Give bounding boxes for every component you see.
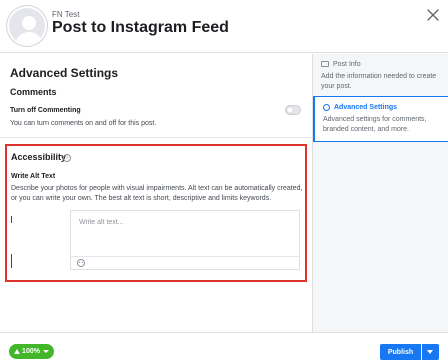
page-title: Post to Instagram Feed [52,19,229,36]
turn-off-commenting-label: Turn off Commenting [10,107,81,114]
step-description: Add the information needed to create you… [321,73,437,90]
emoji-icon[interactable] [77,259,85,267]
dialog-footer: 100% Publish [0,332,448,363]
info-icon[interactable]: i [63,154,71,162]
close-icon[interactable] [426,8,440,22]
step-advanced-settings[interactable]: Advanced Settings Advanced settings for … [313,96,448,142]
accessibility-heading: Accessibility [11,152,67,162]
step-title: Advanced Settings [334,103,398,111]
step-post-info[interactable]: Post Info Add the information needed to … [313,54,448,94]
photo-thumbnail [11,210,70,270]
alt-text-placeholder: Write alt text... [79,219,124,226]
accessibility-section: Accessibility i Write Alt Text Describe … [5,144,307,282]
avatar [7,6,47,46]
step-description: Advanced settings for comments, branded … [323,116,427,133]
post-info-icon [321,61,329,67]
divider [0,137,312,138]
chevron-down-icon [427,350,433,354]
arrow-up-icon [14,349,21,354]
steps-sidebar: Post Info Add the information needed to … [312,54,448,332]
publish-button[interactable]: Publish [380,344,421,360]
commenting-toggle[interactable] [285,105,301,115]
settings-panel: Advanced Settings Comments Turn off Comm… [0,54,312,332]
dialog-header: FN Test Post to Instagram Feed [0,0,448,53]
alt-text-description: Describe your photos for people with vis… [11,185,303,202]
zoom-label: 100% [22,348,40,355]
comments-heading: Comments [10,87,57,97]
alt-text-label: Write Alt Text [11,173,56,180]
gear-icon [323,103,330,111]
account-name: FN Test [52,10,80,19]
zoom-button[interactable]: 100% [9,344,54,359]
alt-text-input[interactable]: Write alt text... [70,210,300,270]
section-title: Advanced Settings [10,66,119,80]
publish-options-button[interactable] [422,344,439,360]
input-toolbar [71,256,299,269]
step-title: Post Info [333,60,361,68]
chevron-down-icon [42,350,49,353]
commenting-description: You can turn comments on and off for thi… [10,120,157,127]
